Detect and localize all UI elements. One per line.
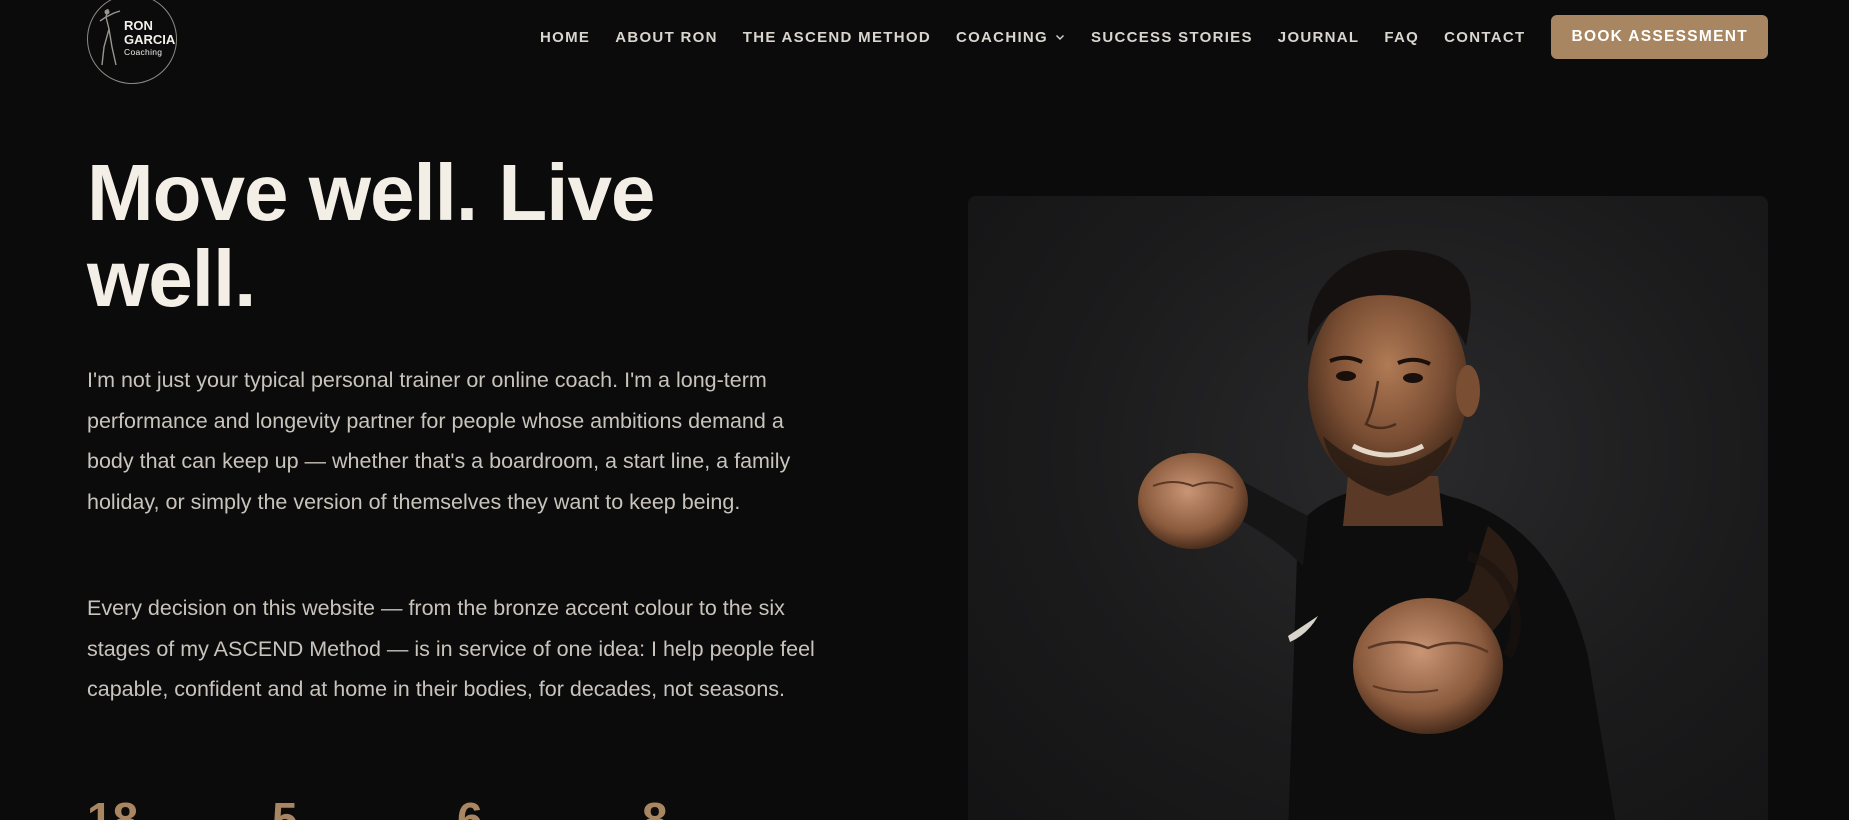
logo-line-coaching: Coaching <box>124 47 163 58</box>
nav-journal[interactable]: JOURNAL <box>1278 29 1360 46</box>
figure-silhouette-icon <box>99 8 121 66</box>
book-assessment-button[interactable]: BOOK ASSESSMENT <box>1551 15 1768 59</box>
nav-contact[interactable]: CONTACT <box>1444 29 1525 46</box>
logo-line-ron: RON <box>124 18 153 33</box>
logo-wordmark: RON GARCIA Coaching <box>124 19 175 57</box>
logo-line-garcia: GARCIA <box>124 31 176 47</box>
site-header: RON GARCIA Coaching HOME ABOUT RON THE A… <box>0 0 1849 84</box>
hero-title: Move well. Live well. <box>87 148 655 323</box>
stat-value: 18 <box>87 793 139 820</box>
hero-intro-paragraph: I'm not just your typical personal train… <box>87 368 791 514</box>
stat-value: 5 <box>272 793 298 820</box>
nav-ascend-method[interactable]: THE ASCEND METHOD <box>743 29 931 46</box>
hero-photo-coach <box>968 196 1768 820</box>
nav-coaching-label: COACHING <box>955 28 1049 46</box>
site-logo[interactable]: RON GARCIA Coaching <box>87 0 177 84</box>
coach-portrait-illustration <box>1138 250 1616 820</box>
nav-faq[interactable]: FAQ <box>1384 29 1419 46</box>
nav-coaching[interactable]: COACHING <box>956 29 1066 46</box>
nav-success-stories[interactable]: SUCCESS STORIES <box>1091 29 1253 46</box>
chevron-down-icon <box>1056 35 1065 40</box>
stat-value: 6 <box>457 793 483 820</box>
main-nav: HOME ABOUT RON THE ASCEND METHOD COACHIN… <box>540 0 1849 74</box>
stat-value: 8 <box>642 793 668 820</box>
hero-mission-paragraph: Every decision on this website — from th… <box>87 596 815 701</box>
nav-about-ron[interactable]: ABOUT RON <box>615 29 718 46</box>
nav-home[interactable]: HOME <box>540 29 590 46</box>
stats-row: 18 5 6 8 <box>87 796 827 820</box>
